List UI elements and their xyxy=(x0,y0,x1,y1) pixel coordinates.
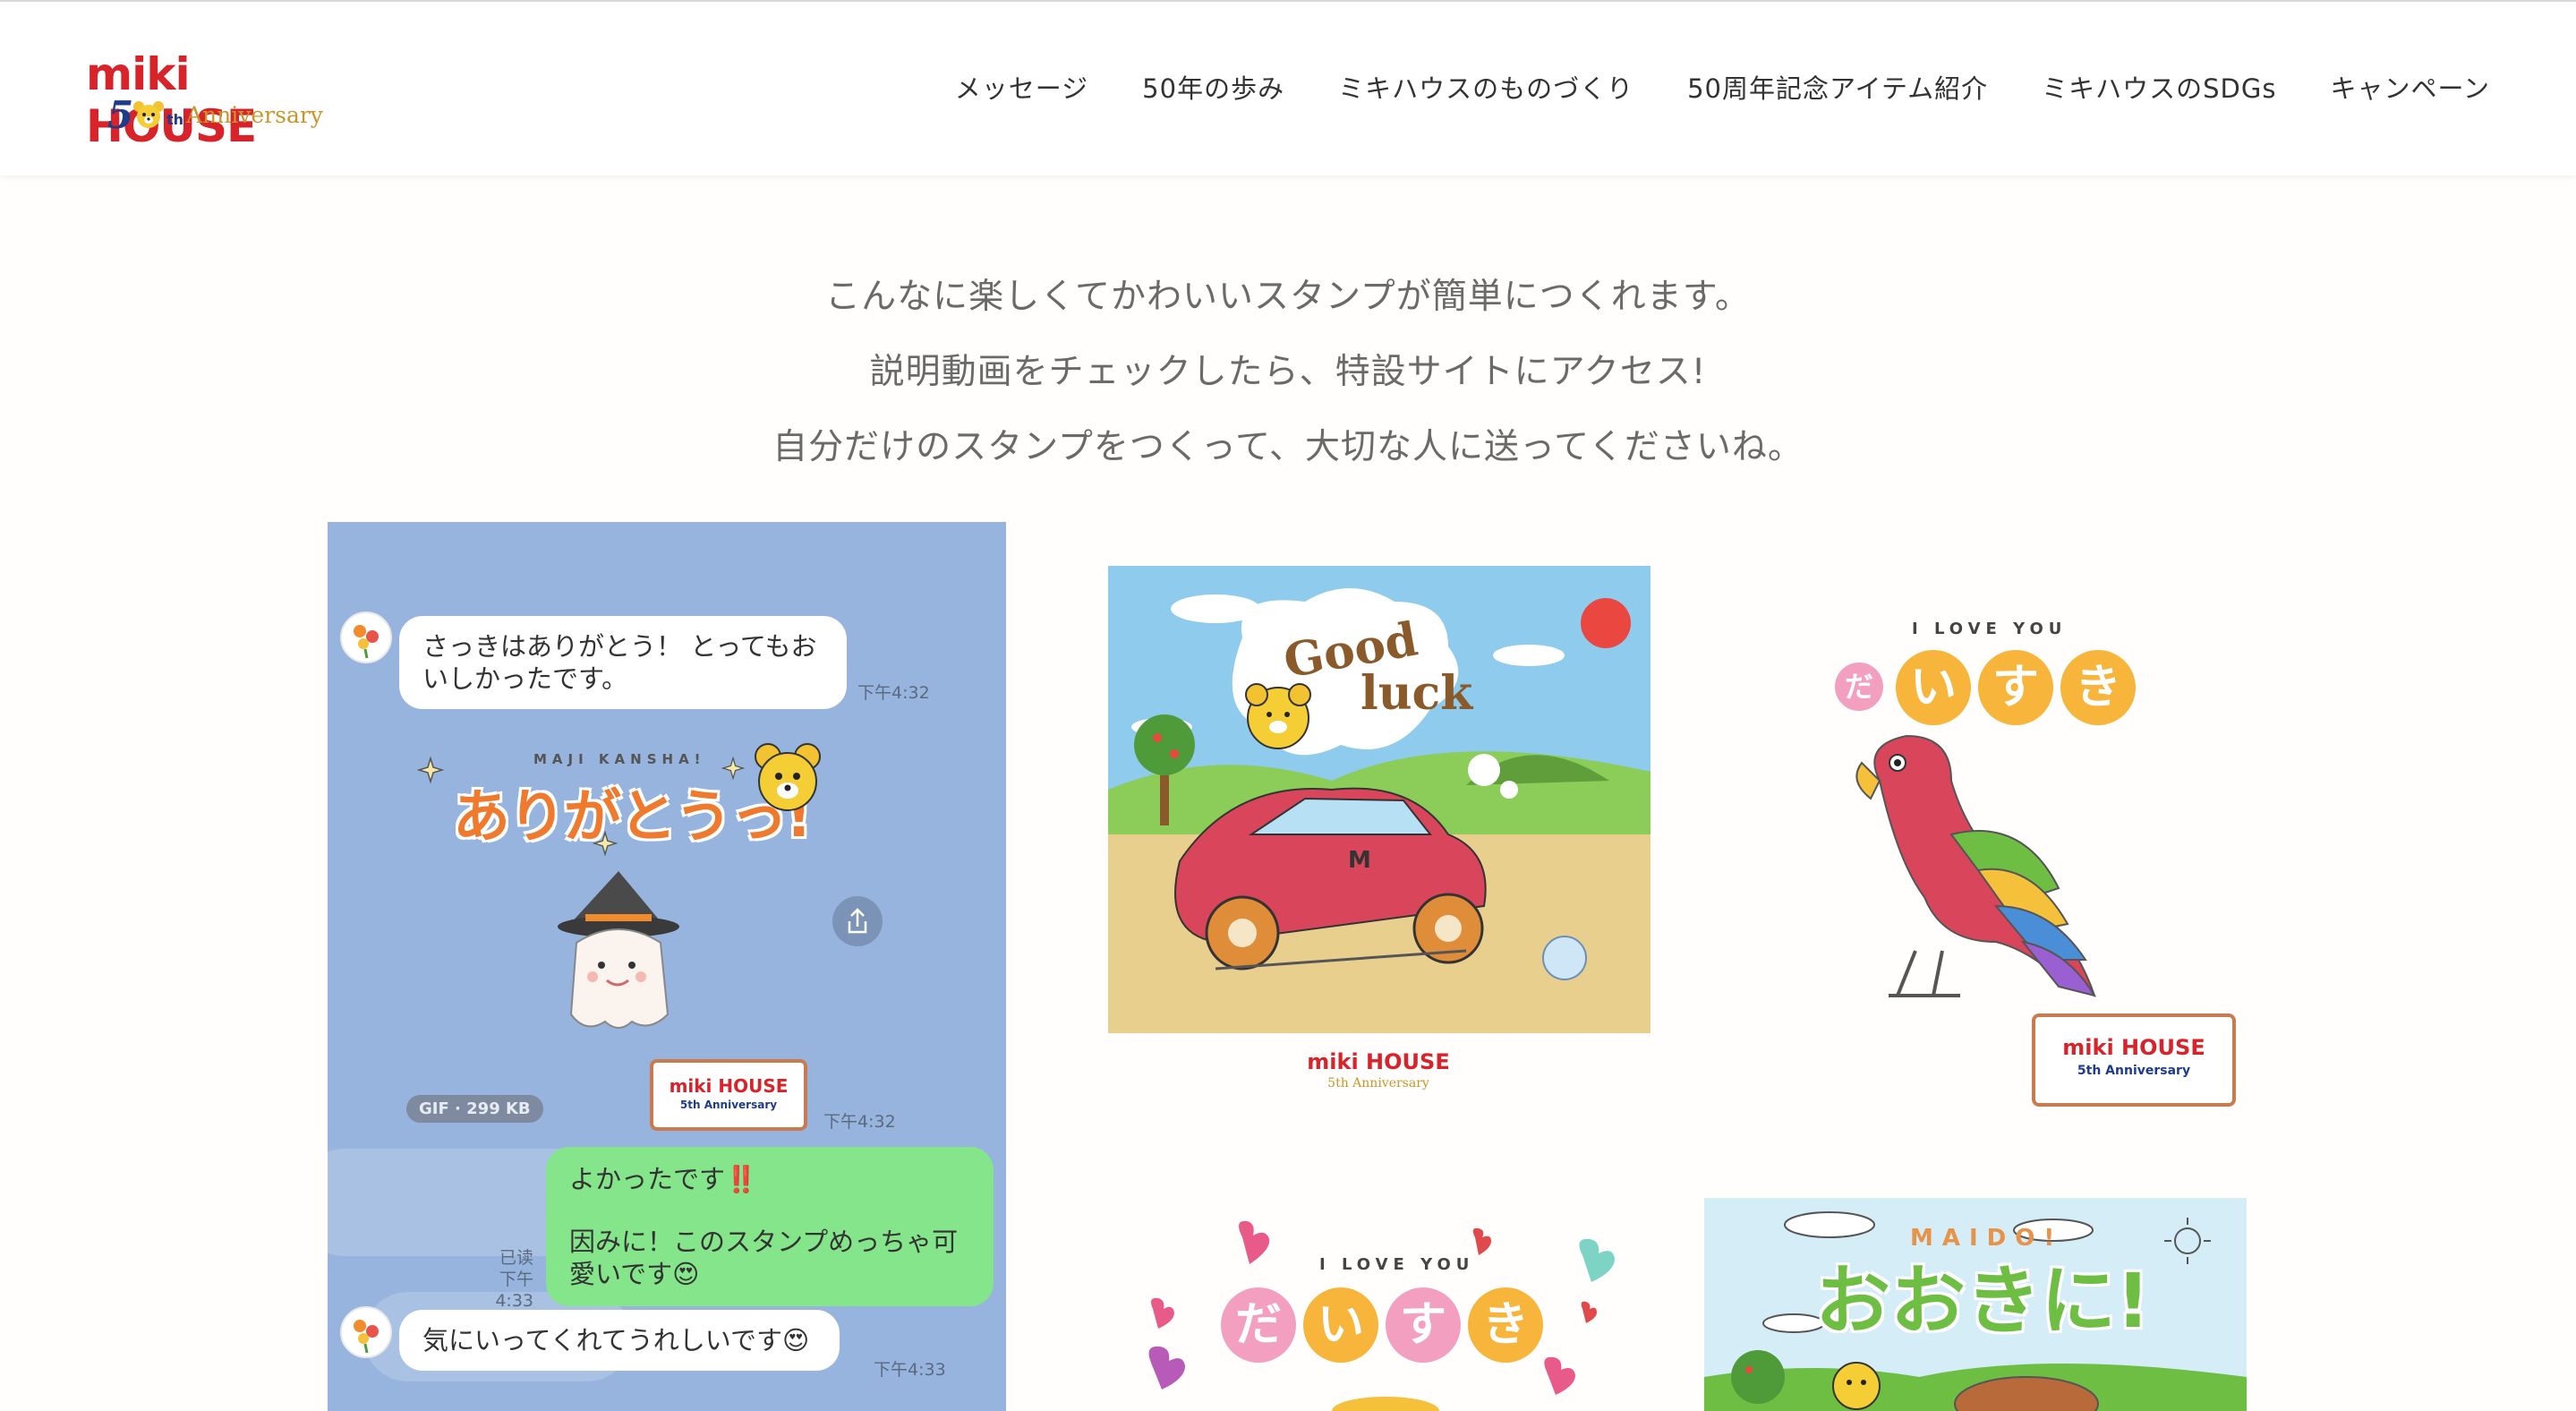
daisuki-char: き xyxy=(2060,650,2136,725)
daisuki-char: い xyxy=(1896,650,1971,725)
daisuki-char: き xyxy=(1468,1287,1543,1363)
caption-wordmark: miki HOUSE xyxy=(1307,1049,1450,1074)
daisuki-char: す xyxy=(1978,650,2053,725)
intro-line: こんなに楽しくてかわいいスタンプが簡単につくれます。 xyxy=(825,277,1751,317)
flower-icon xyxy=(354,625,379,659)
intro-text: こんなに楽しくてかわいいスタンプが簡単につくれます。 説明動画をチェックしたら、… xyxy=(0,260,2576,485)
car-plate-letter: M xyxy=(1348,847,1371,874)
miki-house-50th-logo[interactable]: miki HOUSE 5 th Anniversary xyxy=(86,48,337,152)
site-header: miki HOUSE 5 th Anniversary メッセージ 50年の歩み… xyxy=(0,0,2576,175)
nav-history[interactable]: 50年の歩み xyxy=(1142,68,1284,106)
good-luck-title: luck xyxy=(1361,666,1473,721)
caption-anniversary: 5th Anniversary xyxy=(1327,1076,1429,1090)
stamp-hearts-daisuki[interactable]: I LOVE YOU だ い す き xyxy=(1135,1210,1636,1411)
nav-message[interactable]: メッセージ xyxy=(955,68,1088,106)
bear-face-icon xyxy=(755,743,821,811)
message-line: いしかったです。 xyxy=(422,663,628,694)
message-text: よかったです xyxy=(569,1164,726,1194)
nav-craftsmanship[interactable]: ミキハウスのものづくり xyxy=(1338,68,1633,106)
bear-face-icon xyxy=(133,101,164,128)
flower-icon xyxy=(354,1320,379,1354)
i-love-you-label: I LOVE YOU xyxy=(1319,1255,1475,1274)
board-wordmark: miki HOUSE xyxy=(2062,1035,2205,1060)
incoming-message: さっきはありがとう！ とってもお いしかったです。 xyxy=(399,616,847,709)
nav-sdgs[interactable]: ミキハウスのSDGs xyxy=(2042,68,2276,106)
maido-title: おおきに! xyxy=(1815,1257,2151,1345)
intro-line: 自分だけのスタンプをつくって、大切な人に送ってくださいね。 xyxy=(772,427,1804,467)
nav-campaign[interactable]: キャンペーン xyxy=(2330,68,2490,106)
ghost-witch-icon xyxy=(558,871,679,1029)
read-status: 已读 xyxy=(499,1248,533,1268)
outgoing-message: よかったです‼️ 因みに！このスタンプめっちゃ可 愛いです😍 xyxy=(546,1147,994,1306)
heart-eyes-emoji: 😍 xyxy=(781,1325,810,1355)
miki-house-board-sticker: miki HOUSE 5th Anniversary xyxy=(650,1059,807,1131)
double-exclamation-emoji: ‼️ xyxy=(725,1164,758,1194)
stamp-maido-ookini[interactable]: MAIDO! おおきに! xyxy=(1704,1198,2247,1411)
heart-eyes-emoji: 😍 xyxy=(672,1259,700,1289)
friend-avatar[interactable] xyxy=(340,611,392,663)
logo-anniversary: Anniversary xyxy=(186,102,323,128)
parrot-icon xyxy=(1855,734,2097,997)
board-wordmark: miki HOUSE xyxy=(669,1075,789,1097)
nav-anniversary-items[interactable]: 50周年記念アイテム紹介 xyxy=(1687,68,1988,106)
daisuki-char: だ xyxy=(1835,663,1883,711)
message-line: よかったです‼️ xyxy=(569,1163,970,1195)
stamp-good-luck[interactable]: Good luck M xyxy=(1108,566,1651,1033)
board-anniversary: 5th Anniversary xyxy=(679,1099,778,1111)
logo-suffix: th xyxy=(166,111,184,128)
i-love-you-label: I LOVE YOU xyxy=(1912,620,2068,638)
message-text: 愛いです xyxy=(569,1259,673,1289)
daisuki-char: い xyxy=(1303,1287,1378,1363)
incoming-message: 気にいってくれてうれしいです😍 xyxy=(399,1310,840,1371)
read-receipt: 已读 下午4:33 xyxy=(462,1247,533,1312)
message-time: 下午4:32 xyxy=(857,683,930,703)
message-line: 因みに！このスタンプめっちゃ可 xyxy=(569,1227,959,1257)
hearts-decoration xyxy=(1148,1220,1615,1411)
message-time: 下午4:32 xyxy=(823,1112,896,1132)
board-anniversary: 5th Anniversary xyxy=(2077,1064,2191,1078)
main-nav: メッセージ 50年の歩み ミキハウスのものづくり 50周年記念アイテム紹介 ミキ… xyxy=(955,68,2490,106)
message-line: さっきはありがとう！ とってもお xyxy=(422,631,817,662)
stamp-parrot-daisuki[interactable]: I LOVE YOU だ い す き miki HOUSE 5th Annive… xyxy=(1701,602,2256,1121)
chat-screenshot: さっきはありがとう！ とってもお いしかったです。 下午4:32 MAJI KA… xyxy=(328,522,1006,1411)
message-line: 愛いです😍 xyxy=(569,1258,970,1290)
intro-line: 説明動画をチェックしたら、特設サイトにアクセス! xyxy=(869,352,1707,392)
share-button[interactable] xyxy=(832,896,883,946)
sparkle-icon xyxy=(417,757,444,783)
daisuki-char: だ xyxy=(1221,1287,1296,1363)
message-text: 気にいってくれてうれしいです xyxy=(422,1325,782,1355)
friend-avatar[interactable] xyxy=(340,1306,392,1358)
message-time: 下午4:33 xyxy=(495,1270,533,1311)
message-time: 下午4:33 xyxy=(874,1360,946,1380)
gif-size-badge[interactable]: GIF · 299 KB xyxy=(406,1095,543,1123)
share-icon xyxy=(848,908,867,934)
miki-house-board-sticker: miki HOUSE 5th Anniversary xyxy=(2032,1013,2236,1107)
logo-number: 5 xyxy=(107,93,134,137)
daisuki-char: す xyxy=(1386,1287,1461,1363)
sticker-subtitle: MAJI KANSHA! xyxy=(533,751,706,767)
